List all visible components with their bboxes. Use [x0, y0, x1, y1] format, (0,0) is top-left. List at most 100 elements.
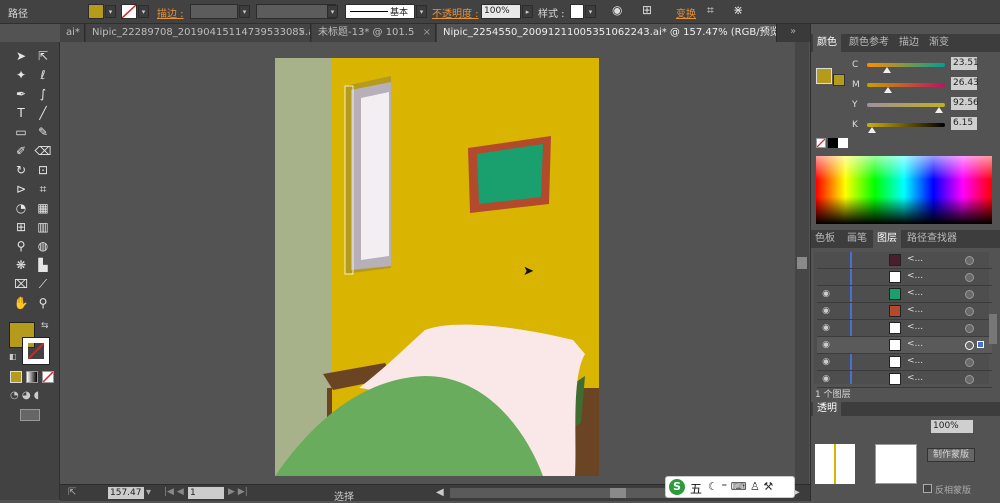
tab-transparency[interactable]: 透明 [813, 402, 841, 416]
ime-logo-icon[interactable]: S [669, 479, 685, 495]
canvas-vertical-scrollbar[interactable] [795, 42, 809, 484]
artboard-nav-icon[interactable]: ⇱ [68, 487, 76, 498]
channel-y-value[interactable]: 92.56 [951, 97, 979, 110]
layer-row[interactable]: ◉ <... [817, 320, 992, 337]
swap-colors-icon[interactable]: ⇆ [41, 321, 49, 331]
white-swatch[interactable] [838, 138, 848, 148]
pen-tool-icon[interactable]: ✒ [12, 86, 30, 102]
eye-icon[interactable]: ◉ [819, 339, 833, 351]
target-icon[interactable] [965, 290, 974, 299]
variable-width-field[interactable] [256, 4, 336, 19]
layer-row[interactable]: <... [817, 252, 992, 269]
channel-k-value[interactable]: 6.15 [951, 117, 977, 130]
eraser-tool-icon[interactable]: ⌫ [34, 143, 52, 159]
layer-row[interactable]: ◉ <... [817, 354, 992, 371]
graph-tool-icon[interactable]: ▙ [34, 257, 52, 273]
invert-mask-checkbox[interactable] [923, 484, 932, 493]
fill-swatch[interactable] [88, 4, 104, 19]
width-tool-icon[interactable]: ⊳ [12, 181, 30, 197]
brush-dropdown[interactable]: ▾ [416, 5, 427, 18]
none-mode-icon[interactable] [42, 371, 54, 383]
stroke-weight-dropdown[interactable]: ▾ [239, 5, 250, 18]
transparency-opacity[interactable]: 100% [931, 420, 973, 433]
layers-scrollbar[interactable] [989, 314, 997, 344]
ime-tools-icon[interactable]: ☾ ⁼ ⌨ ♙ ⚒ [708, 480, 773, 493]
tab-document-2[interactable]: 未标题-13* @ 101.5 × [312, 24, 436, 42]
channel-m-thumb[interactable] [884, 87, 892, 93]
blend-tool-icon[interactable]: ◍ [34, 238, 52, 254]
eyedropper-tool-icon[interactable]: ⚲ [12, 238, 30, 254]
line-tool-icon[interactable]: ╱ [34, 105, 52, 121]
mesh-tool-icon[interactable]: ⊞ [12, 219, 30, 235]
stroke-swatch[interactable] [121, 4, 137, 19]
target-icon[interactable] [965, 375, 974, 384]
tabs-overflow-icon[interactable]: » [790, 26, 796, 37]
tab-document-3[interactable]: Nipic_2254550_20091211005351062243.ai* @… [437, 24, 777, 42]
channel-y-slider[interactable] [867, 103, 945, 107]
layer-row-selected[interactable]: ◉ <... [817, 337, 992, 354]
target-icon[interactable] [965, 324, 974, 333]
stroke-dropdown[interactable]: ▾ [138, 5, 149, 18]
channel-y-thumb[interactable] [935, 107, 943, 113]
stroke-weight-field[interactable] [190, 4, 238, 19]
panel-fill-swatch[interactable] [816, 68, 832, 84]
eye-icon[interactable]: ◉ [819, 373, 833, 385]
brush-select[interactable]: 基本 [345, 4, 415, 19]
default-colors-icon[interactable]: ◧ [9, 352, 17, 361]
none-swatch[interactable] [816, 138, 826, 148]
variable-width-dropdown[interactable]: ▾ [327, 5, 338, 18]
eye-icon[interactable]: ◉ [819, 356, 833, 368]
close-icon[interactable]: × [764, 24, 772, 42]
zoom-input[interactable]: 157.47 [108, 487, 144, 499]
expand-icon[interactable]: ⋇ [733, 3, 743, 17]
gradient-mode-icon[interactable] [26, 371, 38, 383]
layer-row[interactable]: ◉ <... [817, 286, 992, 303]
tab-document-1[interactable]: Nipic_22289708_20190415114739533085.ai* × [86, 24, 311, 42]
fill-dropdown[interactable]: ▾ [105, 5, 116, 18]
eye-icon[interactable]: ◉ [819, 322, 833, 334]
pencil-tool-icon[interactable]: ✎ [34, 124, 52, 140]
tab-swatches[interactable]: 色板 [815, 230, 835, 248]
hand-tool-icon[interactable]: ✋ [12, 295, 30, 311]
tab-stroke[interactable]: 描边 [899, 34, 919, 52]
ime-mode-icon[interactable]: 五 [690, 480, 702, 497]
target-icon[interactable] [965, 341, 974, 350]
selection-indicator[interactable] [977, 341, 984, 348]
perspective-grid-tool-icon[interactable]: ▦ [34, 200, 52, 216]
magic-wand-tool-icon[interactable]: ✦ [12, 67, 30, 83]
channel-k-thumb[interactable] [868, 127, 876, 133]
screen-mode-icon[interactable] [20, 409, 40, 421]
target-icon[interactable] [965, 256, 974, 265]
first-page-icon[interactable]: |◀ ◀ [164, 487, 184, 497]
channel-c-value[interactable]: 23.51 [951, 57, 979, 70]
scroll-thumb[interactable] [797, 257, 807, 269]
eye-icon[interactable]: ◉ [819, 305, 833, 317]
brush-tool-icon[interactable]: ✐ [12, 143, 30, 159]
eye-icon[interactable]: ◉ [819, 288, 833, 300]
scale-tool-icon[interactable]: ⊡ [34, 162, 52, 178]
black-swatch[interactable] [828, 138, 838, 148]
layer-row[interactable]: ◉ <... [817, 371, 992, 388]
tab-brushes[interactable]: 画笔 [847, 230, 867, 248]
layer-row[interactable]: <... [817, 269, 992, 286]
close-icon[interactable]: × [298, 24, 306, 42]
gradient-tool-icon[interactable]: ▥ [34, 219, 52, 235]
target-icon[interactable] [965, 273, 974, 282]
channel-c-slider[interactable] [867, 63, 945, 67]
tab-color[interactable]: 颜色 [813, 34, 841, 52]
recolor-icon[interactable]: ◉ [612, 3, 622, 17]
rectangle-tool-icon[interactable]: ▭ [12, 124, 30, 140]
slice-tool-icon[interactable]: ⟋ [34, 276, 52, 292]
direct-selection-tool-icon[interactable]: ⇱ [34, 48, 52, 64]
channel-m-value[interactable]: 26.43 [951, 77, 979, 90]
opacity-label[interactable]: 不透明度 : [432, 5, 479, 20]
tab-prefix[interactable]: ai* [60, 24, 85, 42]
artboard-tool-icon[interactable]: ⌧ [12, 276, 30, 292]
free-transform-tool-icon[interactable]: ⌗ [34, 181, 52, 197]
color-spectrum[interactable] [816, 156, 992, 224]
target-icon[interactable] [965, 358, 974, 367]
channel-k-slider[interactable] [867, 123, 945, 127]
selection-tool-icon[interactable]: ➤ [12, 48, 30, 64]
scroll-thumb[interactable] [610, 488, 626, 498]
tab-color-guide[interactable]: 颜色参考 [849, 34, 889, 52]
